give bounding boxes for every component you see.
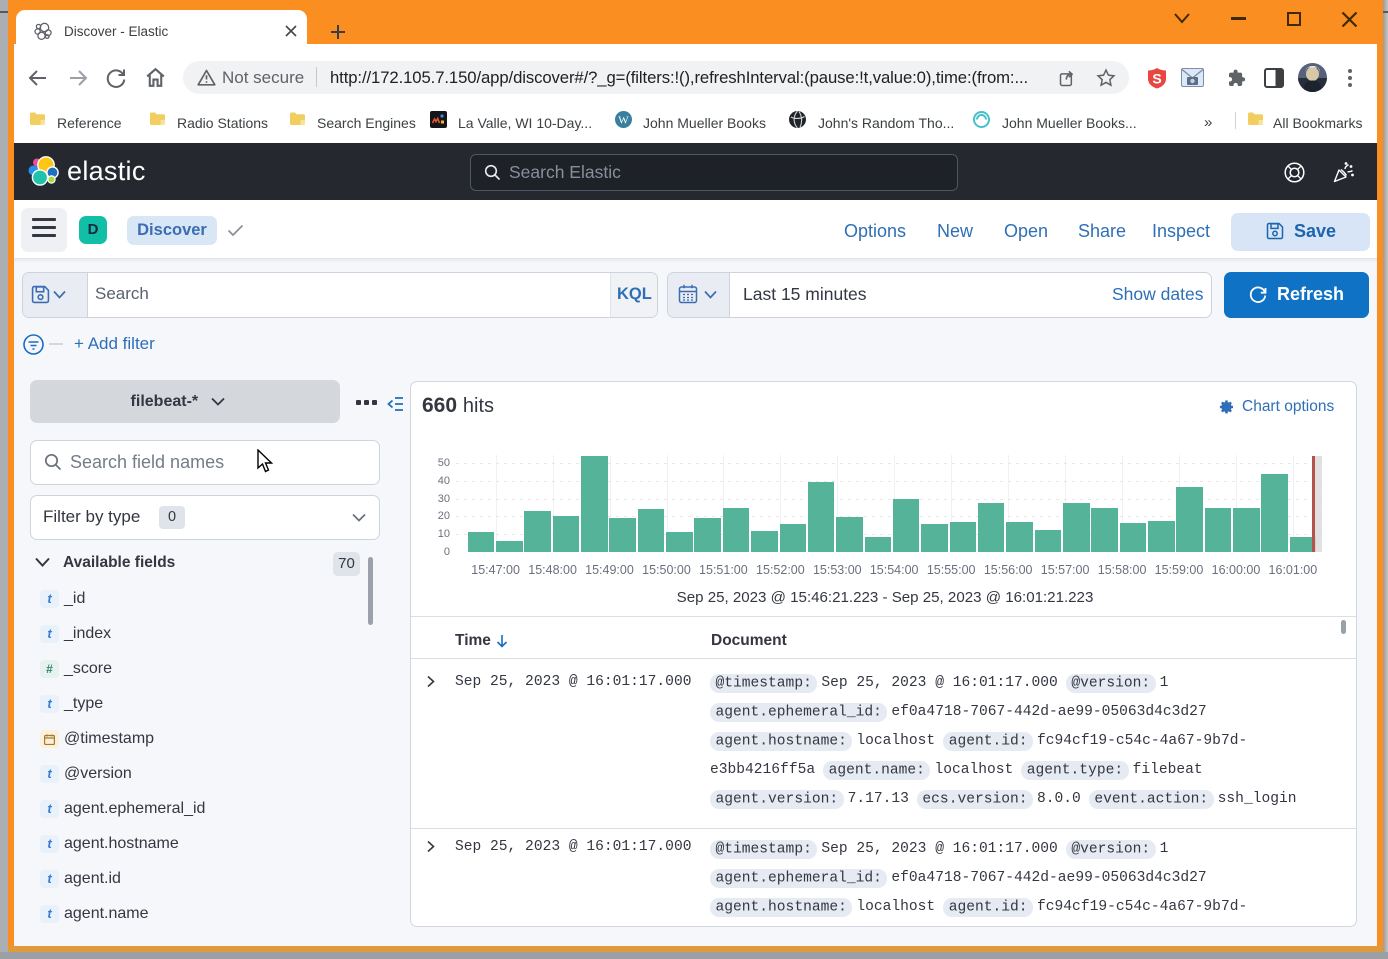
svg-text:S: S xyxy=(1152,71,1161,87)
svg-text:W: W xyxy=(618,115,629,127)
